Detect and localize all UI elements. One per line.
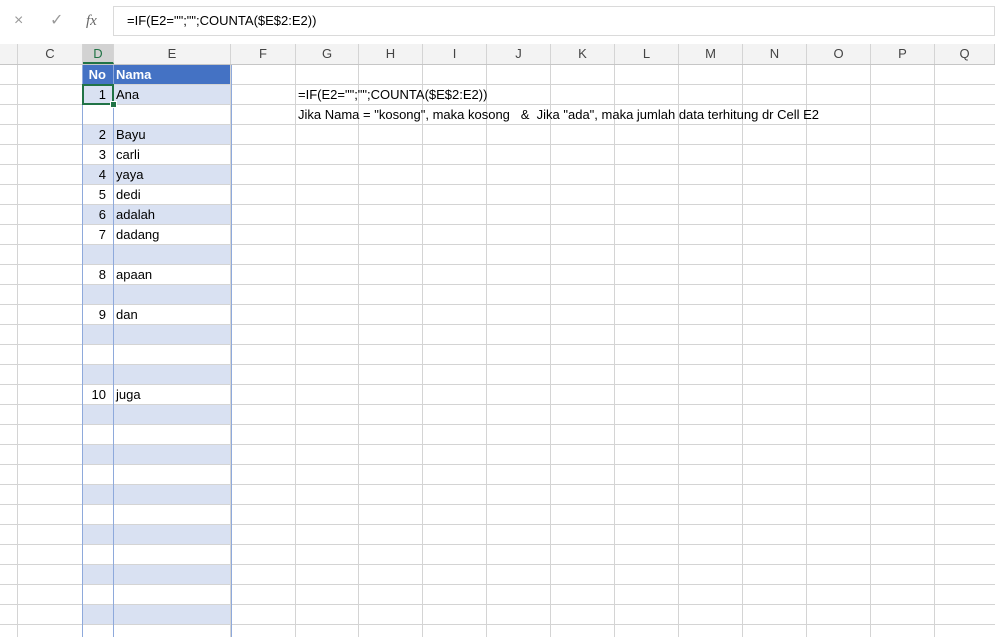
cell-nama[interactable]: juga	[116, 385, 141, 405]
cell-no[interactable]: 6	[84, 205, 106, 225]
grid-column-line	[17, 65, 18, 637]
grid-row-line	[0, 484, 995, 485]
note-formula-text[interactable]: =IF(E2="";"";COUNTA($E$2:E2))	[298, 85, 487, 105]
formula-input[interactable]: =IF(E2="";"";COUNTA($E$2:E2))	[113, 6, 995, 36]
fill-handle[interactable]	[110, 101, 117, 108]
column-header-n[interactable]: N	[743, 44, 807, 64]
column-header-g[interactable]: G	[296, 44, 359, 64]
column-header-c[interactable]: C	[18, 44, 83, 64]
cell-nama[interactable]: Bayu	[116, 125, 146, 145]
cell-nama[interactable]: dadang	[116, 225, 159, 245]
grid-row-line	[0, 544, 995, 545]
cell-nama[interactable]: dedi	[116, 185, 141, 205]
cell-no[interactable]: 5	[84, 185, 106, 205]
table-border	[82, 65, 83, 637]
table-band-row	[83, 325, 231, 344]
grid-row-line	[0, 504, 995, 505]
cell-no[interactable]: 10	[84, 385, 106, 405]
grid-row-line	[0, 404, 995, 405]
function-icon[interactable]: fx	[86, 12, 97, 30]
grid-row-line	[0, 444, 995, 445]
grid-column-line	[550, 65, 551, 637]
table-band-row	[83, 285, 231, 304]
column-header-f[interactable]: F	[231, 44, 296, 64]
grid-column-line	[742, 65, 743, 637]
formula-bar-buttons: × ✓ fx	[0, 6, 111, 36]
formula-bar: × ✓ fx =IF(E2="";"";COUNTA($E$2:E2))	[0, 0, 995, 44]
column-header-spacer	[0, 44, 18, 64]
grid-column-line	[934, 65, 935, 637]
table-header-nama[interactable]: Nama	[116, 65, 151, 85]
table-band-row	[83, 445, 231, 464]
column-header-l[interactable]: L	[615, 44, 679, 64]
cell-nama[interactable]: Ana	[116, 85, 139, 105]
grid-row-line	[0, 424, 995, 425]
table-border	[231, 65, 232, 637]
table-band-row	[83, 485, 231, 504]
grid-row-line	[0, 384, 995, 385]
grid-row-line	[0, 304, 995, 305]
grid-row-line	[0, 564, 995, 565]
cell-no[interactable]: 7	[84, 225, 106, 245]
column-header-h[interactable]: H	[359, 44, 423, 64]
cell-no[interactable]: 2	[84, 125, 106, 145]
grid-row-line	[0, 604, 995, 605]
grid-column-line	[295, 65, 296, 637]
table-band-row	[83, 245, 231, 264]
column-headers: CDEFGHIJKLMNOPQ	[0, 44, 995, 65]
table-band-row	[83, 525, 231, 544]
grid-row-line	[0, 164, 995, 165]
cell-nama[interactable]: apaan	[116, 265, 152, 285]
worksheet-grid[interactable]: No Nama 1 Ana 2 Bayu 3 carli 4 yaya 5 dedi 6 adalah 7 d…	[0, 65, 995, 637]
cancel-icon[interactable]: ×	[14, 12, 23, 30]
grid-column-line	[614, 65, 615, 637]
enter-icon[interactable]: ✓	[50, 12, 63, 30]
column-header-m[interactable]: M	[679, 44, 743, 64]
table-border	[113, 65, 114, 637]
grid-row-line	[0, 464, 995, 465]
cell-nama[interactable]: yaya	[116, 165, 143, 185]
column-header-j[interactable]: J	[487, 44, 551, 64]
cell-nama[interactable]: adalah	[116, 205, 155, 225]
grid-column-line	[806, 65, 807, 637]
grid-row-line	[0, 184, 995, 185]
column-header-k[interactable]: K	[551, 44, 615, 64]
cell-nama[interactable]: carli	[116, 145, 140, 165]
grid-row-line	[0, 324, 995, 325]
column-header-i[interactable]: I	[423, 44, 487, 64]
grid-row-line	[0, 624, 995, 625]
grid-column-line	[358, 65, 359, 637]
cell-no[interactable]: 4	[84, 165, 106, 185]
column-header-q[interactable]: Q	[935, 44, 995, 64]
table-band-row	[83, 565, 231, 584]
column-header-o[interactable]: O	[807, 44, 871, 64]
table-header-no[interactable]: No	[84, 65, 106, 85]
grid-column-line	[678, 65, 679, 637]
grid-row-line	[0, 364, 995, 365]
grid-row-line	[0, 144, 995, 145]
grid-column-line	[422, 65, 423, 637]
cell-nama[interactable]: dan	[116, 305, 138, 325]
column-header-p[interactable]: P	[871, 44, 935, 64]
grid-row-line	[0, 584, 995, 585]
grid-row-line	[0, 344, 995, 345]
column-header-e[interactable]: E	[114, 44, 231, 64]
grid-row-line	[0, 524, 995, 525]
grid-column-line	[870, 65, 871, 637]
cell-no[interactable]: 8	[84, 265, 106, 285]
cell-no[interactable]: 3	[84, 145, 106, 165]
table-band-row	[83, 605, 231, 624]
table-band-row	[83, 365, 231, 384]
note-explanation[interactable]: Jika Nama = "kosong", maka kosong & Jika…	[298, 105, 819, 125]
cell-no[interactable]: 9	[84, 305, 106, 325]
table-band-row	[83, 405, 231, 424]
grid-column-line	[486, 65, 487, 637]
column-header-d[interactable]: D	[83, 44, 114, 64]
